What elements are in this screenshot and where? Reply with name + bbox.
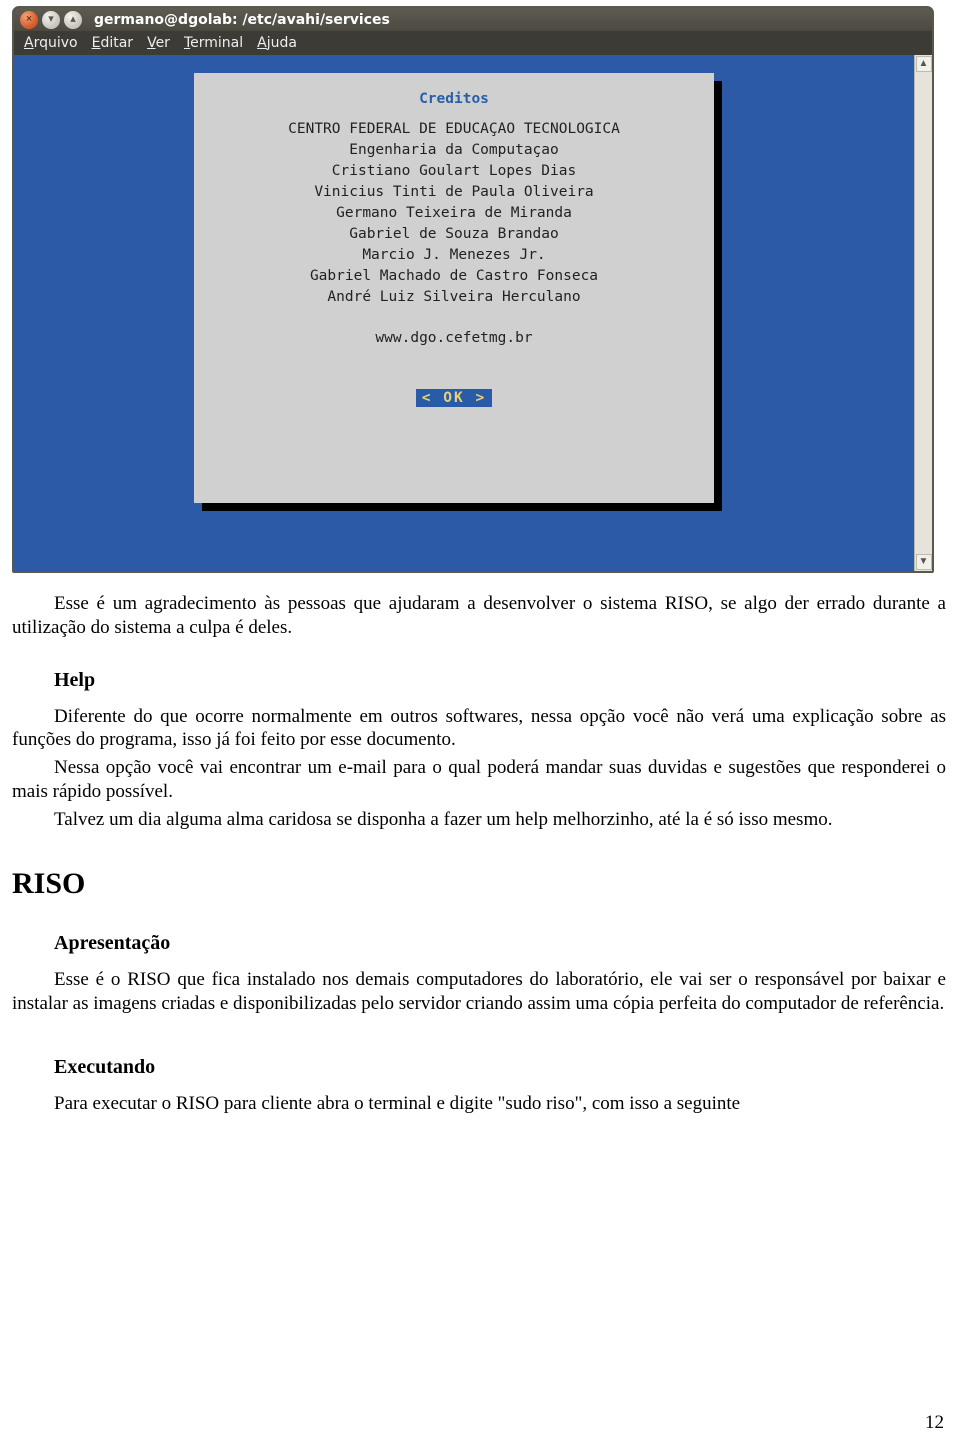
menu-editar[interactable]: Editar bbox=[92, 35, 133, 53]
menu-terminal[interactable]: Terminal bbox=[184, 35, 243, 53]
paragraph: Esse é um agradecimento às pessoas que a… bbox=[12, 592, 946, 640]
dialog-line: CENTRO FEDERAL DE EDUCAÇAO TECNOLOGICA bbox=[204, 119, 704, 140]
dialog-title: Creditos bbox=[204, 91, 704, 107]
dialog-line: André Luiz Silveira Herculano bbox=[204, 287, 704, 308]
scrollbar[interactable]: ▲ ▼ bbox=[914, 55, 932, 571]
paragraph: Talvez um dia alguma alma caridosa se di… bbox=[12, 808, 946, 832]
paragraph: Para executar o RISO para cliente abra o… bbox=[12, 1092, 946, 1116]
heading-help: Help bbox=[54, 668, 946, 693]
paragraph: Nessa opção você vai encontrar um e-mail… bbox=[12, 756, 946, 804]
page-number: 12 bbox=[925, 1412, 944, 1434]
heading-executando: Executando bbox=[54, 1055, 946, 1080]
dialog-line: Engenharia da Computaçao bbox=[204, 140, 704, 161]
dialog-line: Germano Teixeira de Miranda bbox=[204, 203, 704, 224]
window-title: germano@dgolab: /etc/avahi/services bbox=[94, 12, 390, 28]
menu-ver[interactable]: Ver bbox=[147, 35, 170, 53]
paragraph: Diferente do que ocorre normalmente em o… bbox=[12, 705, 946, 753]
dialog-line: Gabriel Machado de Castro Fonseca bbox=[204, 266, 704, 287]
dialog-line: Marcio J. Menezes Jr. bbox=[204, 245, 704, 266]
heading-riso: RISO bbox=[12, 865, 946, 903]
menu-ajuda[interactable]: Ajuda bbox=[257, 35, 297, 53]
paragraph: Esse é o RISO que fica instalado nos dem… bbox=[12, 968, 946, 1016]
dialog-line: Cristiano Goulart Lopes Dias bbox=[204, 161, 704, 182]
terminal-window: × ▾ ▴ germano@dgolab: /etc/avahi/service… bbox=[12, 6, 934, 573]
close-icon[interactable]: × bbox=[20, 11, 38, 29]
scroll-down-icon[interactable]: ▼ bbox=[916, 554, 932, 570]
maximize-icon[interactable]: ▴ bbox=[64, 11, 82, 29]
terminal-body: Creditos CENTRO FEDERAL DE EDUCAÇAO TECN… bbox=[14, 55, 932, 571]
document-body: Esse é um agradecimento às pessoas que a… bbox=[12, 592, 946, 1120]
menubar: Arquivo Editar Ver Terminal Ajuda bbox=[14, 31, 932, 55]
ok-button[interactable]: < OK > bbox=[416, 389, 492, 407]
dialog-url: www.dgo.cefetmg.br bbox=[204, 328, 704, 349]
minimize-icon[interactable]: ▾ bbox=[42, 11, 60, 29]
dialog-line: Gabriel de Souza Brandao bbox=[204, 224, 704, 245]
menu-arquivo[interactable]: Arquivo bbox=[24, 35, 78, 53]
dialog-line: Vinicius Tinti de Paula Oliveira bbox=[204, 182, 704, 203]
window-titlebar: × ▾ ▴ germano@dgolab: /etc/avahi/service… bbox=[14, 8, 932, 31]
scroll-up-icon[interactable]: ▲ bbox=[916, 56, 932, 72]
credits-dialog: Creditos CENTRO FEDERAL DE EDUCAÇAO TECN… bbox=[194, 73, 714, 503]
heading-apresentacao: Apresentação bbox=[54, 931, 946, 956]
